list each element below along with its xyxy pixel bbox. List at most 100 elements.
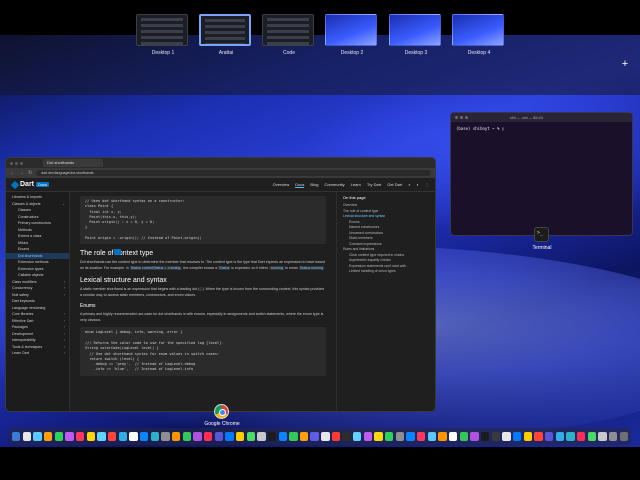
chrome-app-icon[interactable] [214, 404, 229, 419]
dock-app-icon[interactable] [310, 432, 319, 441]
dock-app-icon[interactable] [427, 432, 437, 441]
dock-app-icon[interactable] [139, 432, 149, 441]
dock-app-icon[interactable] [576, 432, 586, 441]
dock-app-icon[interactable] [566, 432, 575, 441]
dock-app-icon[interactable] [193, 432, 202, 441]
dock-app-icon[interactable] [161, 432, 170, 441]
dock-app-icon[interactable] [108, 432, 117, 441]
copy-code-icon[interactable] [114, 249, 121, 255]
dock-app-icon[interactable] [534, 432, 543, 441]
minimize-icon[interactable] [460, 116, 463, 119]
desktop-space-6[interactable]: Desktop 4 [452, 14, 506, 60]
dock-app-icon[interactable] [608, 432, 618, 441]
dock-app-icon[interactable] [182, 432, 191, 441]
dock-app-icon[interactable] [76, 432, 85, 441]
dock-app-icon[interactable] [86, 432, 96, 441]
dock-app-icon[interactable] [97, 432, 106, 441]
dock-app-icon[interactable] [150, 432, 159, 441]
dock-app-icon[interactable] [22, 432, 32, 441]
dock-app-icon[interactable] [225, 432, 234, 441]
topnav-learn[interactable]: Learn [351, 182, 361, 187]
url-field[interactable]: dart.dev/language/dot-shorthands [36, 170, 431, 176]
topnav-get-dart[interactable]: Get Dart [387, 182, 402, 187]
dock-app-icon[interactable] [544, 432, 554, 441]
dock-app-icon[interactable] [12, 432, 21, 441]
dock-app-icon[interactable] [171, 432, 181, 441]
desktop-thumbnail[interactable] [389, 14, 441, 46]
chrome-window[interactable]: Dot shorthands ← → ↻ dart.dev/language/d… [5, 157, 436, 412]
dock-app-icon[interactable] [523, 432, 532, 441]
topnav-docs[interactable]: Docs [295, 182, 305, 188]
dock-app-icon[interactable] [470, 432, 479, 441]
search-icon[interactable]: ⌕ [408, 182, 410, 187]
desktop-space-2[interactable]: Arattai [199, 14, 253, 60]
desktop-space-4[interactable]: Desktop 2 [325, 14, 379, 60]
dock-app-icon[interactable] [353, 432, 362, 441]
dock-app-icon[interactable] [214, 432, 223, 441]
dock-app-icon[interactable] [331, 432, 341, 441]
dock-app-icon[interactable] [54, 432, 64, 441]
dock-app-icon[interactable] [257, 432, 266, 441]
dock-app-icon[interactable] [363, 432, 373, 441]
topnav-try-dart[interactable]: Try Dart [367, 182, 381, 187]
dock-app-icon[interactable] [118, 432, 128, 441]
dock-app-icon[interactable] [480, 432, 490, 441]
toc-link[interactable]: Limited handling of union types [343, 269, 430, 275]
terminal-window[interactable]: sbh — -zsh — 80×24 (base) shibnyt ~ % ▯ [450, 112, 633, 236]
dock-app-icon[interactable] [299, 432, 309, 441]
close-icon[interactable] [10, 161, 13, 165]
minimize-icon[interactable] [15, 161, 18, 165]
dock-app-icon[interactable] [33, 432, 42, 441]
dock-app-icon[interactable] [598, 432, 607, 441]
desktop-thumbnail[interactable] [199, 14, 251, 46]
dock-app-icon[interactable] [278, 432, 287, 441]
close-icon[interactable] [455, 116, 458, 119]
menu-icon[interactable]: ⋮ [425, 182, 429, 187]
desktop-space-1[interactable]: Desktop 1 [136, 14, 190, 60]
dock-app-icon[interactable] [555, 432, 564, 441]
zoom-icon[interactable] [20, 161, 23, 165]
desktop-thumbnail[interactable] [325, 14, 377, 46]
desktop-space-5[interactable]: Desktop 3 [389, 14, 443, 60]
topnav-blog[interactable]: Blog [310, 182, 318, 187]
desktop-thumbnail[interactable] [262, 14, 314, 46]
terminal-prompt[interactable]: (base) shibnyt ~ % ▯ [451, 122, 632, 135]
sidebar-item[interactable]: Learn Dart › [6, 350, 69, 357]
terminal-app-icon[interactable]: >_ [534, 227, 549, 242]
topnav-overview[interactable]: Overview [273, 182, 290, 187]
dock-app-icon[interactable] [417, 432, 426, 441]
desktop-thumbnail[interactable] [136, 14, 188, 46]
dock-app-icon[interactable] [502, 432, 511, 441]
dock-app-icon[interactable] [459, 432, 469, 441]
forward-icon[interactable]: → [19, 170, 24, 176]
dock-app-icon[interactable] [395, 432, 405, 441]
dock-app-icon[interactable] [438, 432, 447, 441]
dock-app-icon[interactable] [385, 432, 394, 441]
dock-app-icon[interactable] [321, 432, 330, 441]
desktop-space-3[interactable]: Code [262, 14, 316, 60]
dart-logo[interactable]: Dart Docs [10, 180, 50, 189]
dock-app-icon[interactable] [619, 432, 628, 441]
dock-app-icon[interactable] [129, 432, 138, 441]
dock-app-icon[interactable] [203, 432, 213, 441]
dock-app-icon[interactable] [246, 432, 255, 441]
theme-icon[interactable]: ◐ [417, 182, 419, 187]
dock-app-icon[interactable] [512, 432, 522, 441]
dock-app-icon[interactable] [587, 432, 596, 441]
dock-app-icon[interactable] [449, 432, 458, 441]
terminal-titlebar[interactable]: sbh — -zsh — 80×24 [451, 113, 632, 122]
dock-app-icon[interactable] [406, 432, 415, 441]
reload-icon[interactable]: ↻ [28, 170, 32, 176]
dock-app-icon[interactable] [374, 432, 383, 441]
dock-app-icon[interactable] [235, 432, 245, 441]
desktop-thumbnail[interactable] [452, 14, 504, 46]
topnav-community[interactable]: Community [324, 182, 344, 187]
back-icon[interactable]: ← [10, 170, 15, 176]
dock-app-icon[interactable] [491, 432, 500, 441]
dock-app-icon[interactable] [342, 432, 351, 441]
zoom-icon[interactable] [465, 116, 468, 119]
dock-app-icon[interactable] [65, 432, 74, 441]
browser-tab[interactable]: Dot shorthands [43, 159, 103, 167]
dock-app-icon[interactable] [289, 432, 298, 441]
dock-app-icon[interactable] [267, 432, 277, 441]
